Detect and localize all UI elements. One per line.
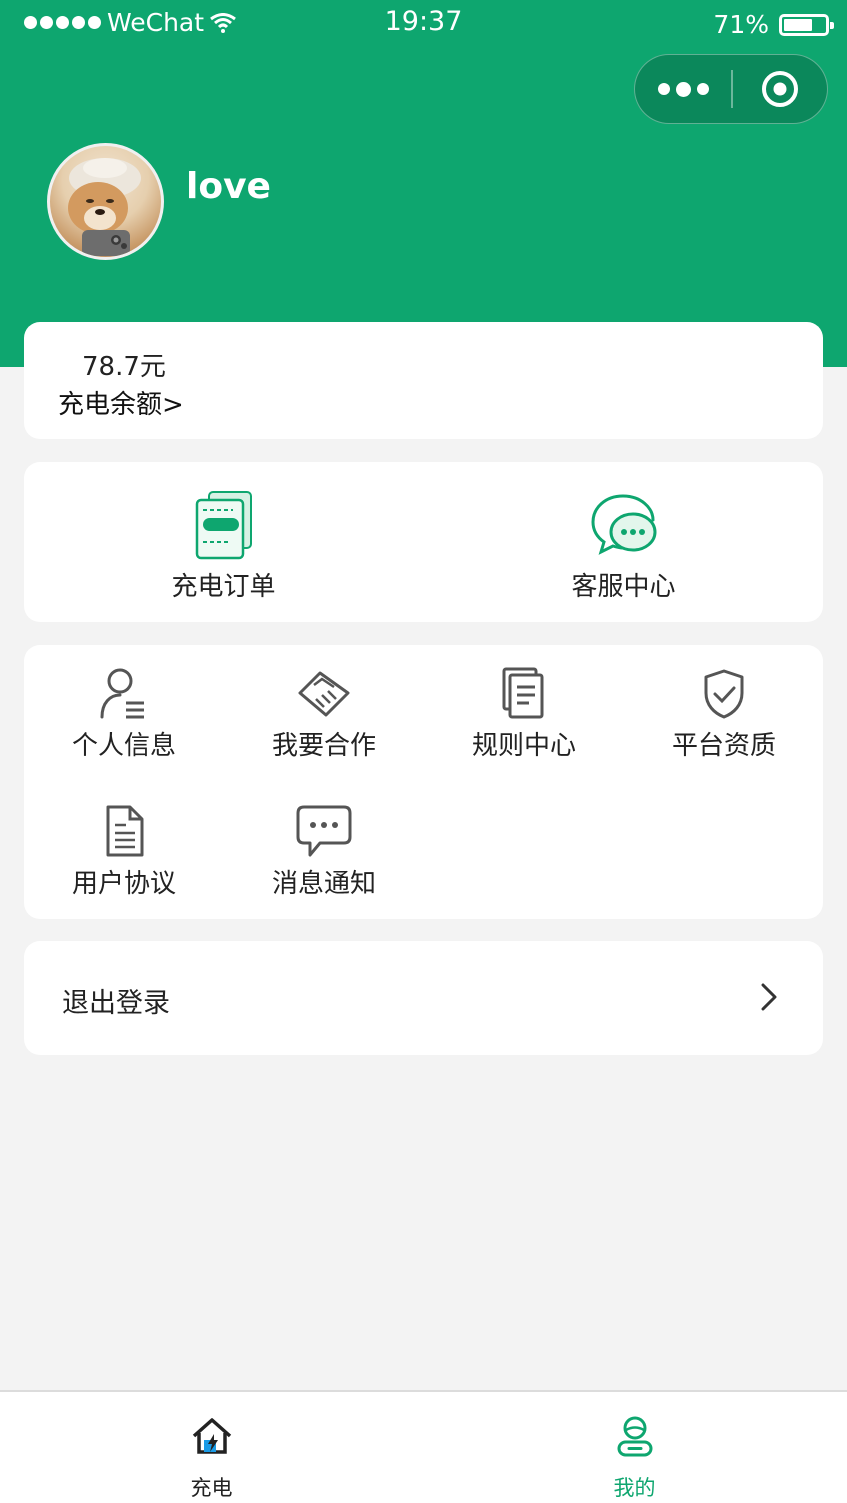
balance-label[interactable]: 充电余额>	[58, 384, 184, 421]
more-dots-icon[interactable]	[635, 55, 731, 123]
tab-charge[interactable]: 充电	[0, 1392, 423, 1503]
status-bar: WeChat 19:37 71%	[0, 0, 847, 48]
quick-item-customer-service[interactable]: 客服中心	[424, 462, 823, 622]
quick-actions-card: 充电订单 客服中心	[24, 462, 823, 622]
avatar-image	[68, 158, 141, 256]
tab-label: 充电	[190, 1476, 233, 1500]
customer-service-chat-icon	[590, 494, 656, 555]
battery-icon	[779, 13, 834, 36]
status-battery: 71%	[713, 10, 834, 39]
quick-item-charging-orders[interactable]: 充电订单	[24, 462, 423, 622]
balance-amount: 78.7元	[82, 352, 166, 382]
menu-item-label: 消息通知	[271, 869, 376, 899]
menu-item-label: 平台资质	[671, 731, 776, 761]
message-bubble-icon	[296, 805, 352, 857]
logout-row[interactable]: 退出登录	[24, 941, 823, 1055]
menu-item-cooperation[interactable]: 我要合作	[224, 645, 424, 765]
quick-item-label: 客服中心	[571, 572, 676, 602]
tab-mine[interactable]: 我的	[423, 1392, 846, 1503]
home-charge-icon	[192, 1418, 231, 1454]
charging-order-icon	[195, 491, 252, 560]
menu-item-platform-qualification[interactable]: 平台资质	[624, 645, 824, 765]
file-text-icon	[106, 805, 144, 857]
bottom-tab-bar: 充电 我的	[0, 1390, 847, 1503]
menu-item-label: 个人信息	[71, 731, 176, 761]
logout-label: 退出登录	[62, 988, 170, 1019]
menu-item-rules-center[interactable]: 规则中心	[424, 645, 624, 765]
mini-program-capsule	[634, 54, 828, 124]
username: love	[186, 166, 271, 207]
handshake-icon	[298, 671, 350, 717]
menu-item-label: 用户协议	[71, 869, 176, 899]
battery-percent: 71%	[713, 10, 769, 39]
shield-check-icon	[704, 669, 744, 719]
menu-item-user-agreement[interactable]: 用户协议	[24, 783, 224, 903]
battery-fill	[784, 18, 813, 31]
rules-document-icon	[502, 667, 544, 719]
balance-card[interactable]: 78.7元 充电余额>	[24, 322, 823, 439]
user-profile-icon	[617, 1416, 652, 1457]
tab-label: 我的	[613, 1476, 656, 1500]
menu-grid-card: 个人信息 我要合作 规则中心 平台资质 用户协议 消息通知	[24, 645, 823, 919]
avatar[interactable]	[47, 143, 164, 260]
quick-item-label: 充电订单	[171, 572, 276, 602]
menu-item-personal-info[interactable]: 个人信息	[24, 645, 224, 765]
menu-item-label: 我要合作	[271, 731, 376, 761]
target-circle-icon[interactable]	[733, 55, 827, 123]
chevron-right-icon	[761, 983, 777, 1011]
menu-item-notifications[interactable]: 消息通知	[224, 783, 424, 903]
user-info-icon	[100, 668, 144, 719]
menu-item-label: 规则中心	[471, 731, 576, 761]
